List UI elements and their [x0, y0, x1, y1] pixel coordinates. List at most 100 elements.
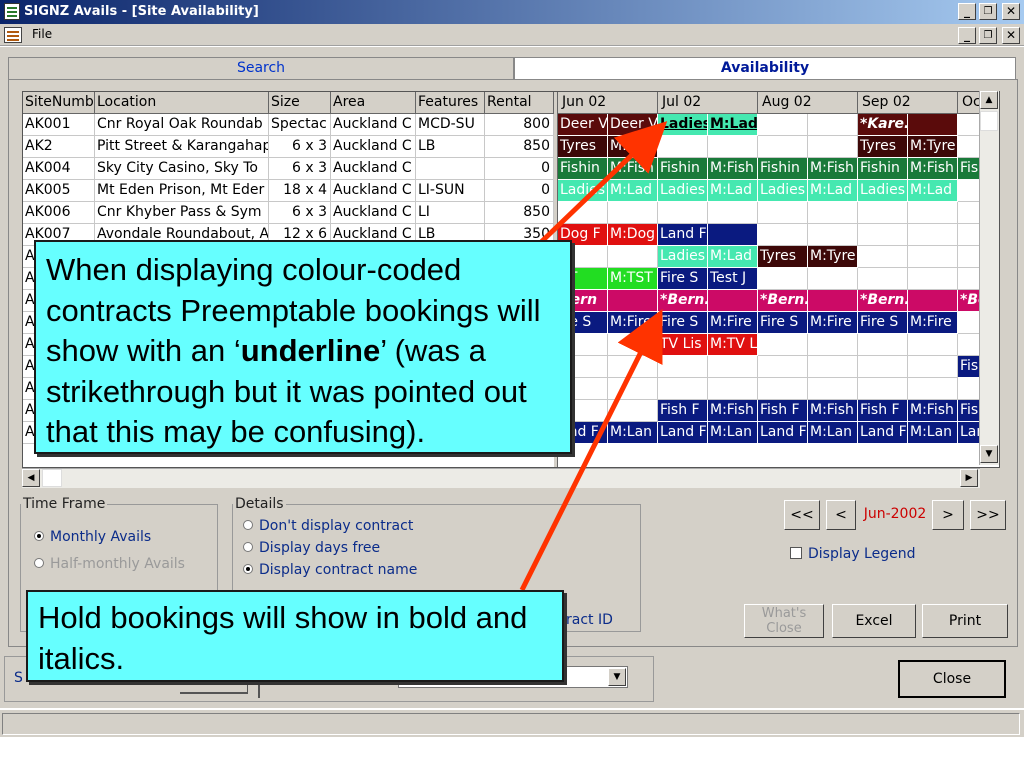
availability-cell[interactable]: Deer V — [558, 114, 608, 136]
availability-cell[interactable] — [908, 114, 958, 136]
availability-cell[interactable] — [758, 136, 808, 158]
availability-cell[interactable]: M:Tyre — [908, 136, 958, 158]
availability-cell[interactable] — [808, 334, 858, 356]
prev-period-button[interactable]: < — [826, 500, 856, 530]
availability-cell[interactable]: M:Lad — [908, 180, 958, 202]
next-period-button[interactable]: > — [932, 500, 964, 530]
availability-cell[interactable] — [608, 290, 658, 312]
display-contract-name-radio[interactable]: Display contract name — [243, 562, 417, 578]
availability-cell[interactable]: *Bern. — [758, 290, 808, 312]
availability-cell[interactable] — [708, 356, 758, 378]
availability-cell[interactable]: *Bern. — [858, 290, 908, 312]
doc-restore-button[interactable]: ❐ — [979, 27, 997, 44]
availability-cell[interactable] — [908, 290, 958, 312]
availability-cell[interactable] — [758, 268, 808, 290]
availability-cell[interactable] — [658, 378, 708, 400]
availability-cell[interactable] — [658, 356, 708, 378]
availability-cell[interactable]: Land F — [858, 422, 908, 444]
scroll-up-icon[interactable]: ▲ — [980, 91, 998, 109]
availability-cell[interactable]: Land F — [658, 224, 708, 246]
availability-cell[interactable] — [808, 224, 858, 246]
availability-cell[interactable] — [708, 224, 758, 246]
column-header[interactable]: Size — [269, 92, 331, 114]
availability-cell[interactable]: M:Tyre — [808, 246, 858, 268]
availability-cell[interactable] — [608, 378, 658, 400]
minimize-button[interactable]: _ — [958, 3, 976, 20]
availability-cell[interactable]: Fishin — [758, 158, 808, 180]
availability-cell[interactable]: Ladies — [658, 246, 708, 268]
availability-cell[interactable]: Land F — [658, 422, 708, 444]
availability-cell[interactable]: *Kare. — [858, 114, 908, 136]
availability-cell[interactable] — [608, 356, 658, 378]
availability-cell[interactable]: Ladies — [658, 114, 708, 136]
availability-cell[interactable] — [908, 356, 958, 378]
availability-cell[interactable] — [808, 356, 858, 378]
availability-cell[interactable]: M:Fish — [808, 400, 858, 422]
chevron-down-icon[interactable]: ▼ — [608, 668, 626, 686]
doc-close-button[interactable]: ✕ — [1002, 27, 1020, 44]
availability-cell[interactable]: M:Lad — [708, 180, 758, 202]
availability-cell[interactable]: M:Lan — [808, 422, 858, 444]
availability-cell[interactable]: M:Lad — [708, 114, 758, 136]
availability-cell[interactable]: M:Dog — [608, 224, 658, 246]
availability-cell[interactable]: M:TST — [608, 268, 658, 290]
excel-button[interactable]: Excel — [832, 604, 916, 638]
availability-cell[interactable] — [808, 202, 858, 224]
availability-cell[interactable]: Ladies — [658, 180, 708, 202]
availability-cell[interactable]: TV Lis — [658, 334, 708, 356]
tab-search[interactable]: Search — [8, 57, 514, 79]
availability-cell[interactable] — [858, 202, 908, 224]
availability-cell[interactable] — [908, 334, 958, 356]
availability-cell[interactable] — [758, 114, 808, 136]
availability-cell[interactable]: M:Tyre — [608, 136, 658, 158]
availability-cell[interactable] — [758, 202, 808, 224]
availability-cell[interactable] — [908, 224, 958, 246]
availability-cell[interactable] — [808, 290, 858, 312]
availability-cell[interactable]: Tyres — [558, 136, 608, 158]
availability-cell[interactable]: M:Fish — [608, 158, 658, 180]
availability-cell[interactable] — [808, 136, 858, 158]
hscroll-thumb[interactable] — [42, 469, 62, 487]
availability-cell[interactable]: M:Lad — [708, 246, 758, 268]
availability-cell[interactable] — [808, 378, 858, 400]
availability-cell[interactable] — [858, 356, 908, 378]
availability-cell[interactable] — [758, 378, 808, 400]
availability-cell[interactable]: Test J — [708, 268, 758, 290]
availability-cell[interactable] — [808, 114, 858, 136]
availability-cell[interactable] — [858, 224, 908, 246]
availability-cell[interactable] — [708, 136, 758, 158]
halfmonthly-avails-radio[interactable]: Half-monthly Avails — [34, 556, 185, 572]
column-header[interactable]: Rental — [485, 92, 554, 114]
availability-cell[interactable] — [758, 334, 808, 356]
availability-cell[interactable]: M:Fish — [908, 158, 958, 180]
availability-cell[interactable]: M:Fish — [708, 158, 758, 180]
doc-minimize-button[interactable]: _ — [958, 27, 976, 44]
availability-cell[interactable]: M:Fire — [608, 312, 658, 334]
horizontal-scrollbar[interactable]: ◀ ▶ — [22, 468, 980, 488]
availability-cell[interactable] — [908, 268, 958, 290]
availability-cell[interactable]: *Bern. — [658, 290, 708, 312]
availability-cell[interactable]: M:Lad — [808, 180, 858, 202]
print-button[interactable]: Print — [922, 604, 1008, 638]
column-header[interactable]: SiteNumb — [23, 92, 95, 114]
availability-cell[interactable] — [608, 400, 658, 422]
availability-cell[interactable]: M:Fire — [708, 312, 758, 334]
menu-file[interactable]: File — [32, 27, 52, 41]
checkbox-box[interactable] — [790, 547, 802, 559]
availability-cell[interactable] — [908, 378, 958, 400]
availability-cell[interactable]: Fish F — [758, 400, 808, 422]
availability-cell[interactable]: Fishin — [658, 158, 708, 180]
availability-cell[interactable]: M:Fire — [808, 312, 858, 334]
availability-cell[interactable]: Ladies — [558, 180, 608, 202]
availability-cell[interactable]: M:Fish — [808, 158, 858, 180]
availability-cell[interactable] — [658, 136, 708, 158]
last-period-button[interactable]: >> — [970, 500, 1006, 530]
availability-cell[interactable] — [758, 224, 808, 246]
availability-cell[interactable]: Ladies — [858, 180, 908, 202]
availability-cell[interactable]: Fire S — [658, 268, 708, 290]
monthly-avails-radio[interactable]: Monthly Avails — [34, 529, 151, 545]
availability-cell[interactable] — [658, 202, 708, 224]
availability-cell[interactable] — [708, 378, 758, 400]
availability-cell[interactable]: Fire S — [858, 312, 908, 334]
scroll-down-icon[interactable]: ▼ — [980, 445, 998, 463]
